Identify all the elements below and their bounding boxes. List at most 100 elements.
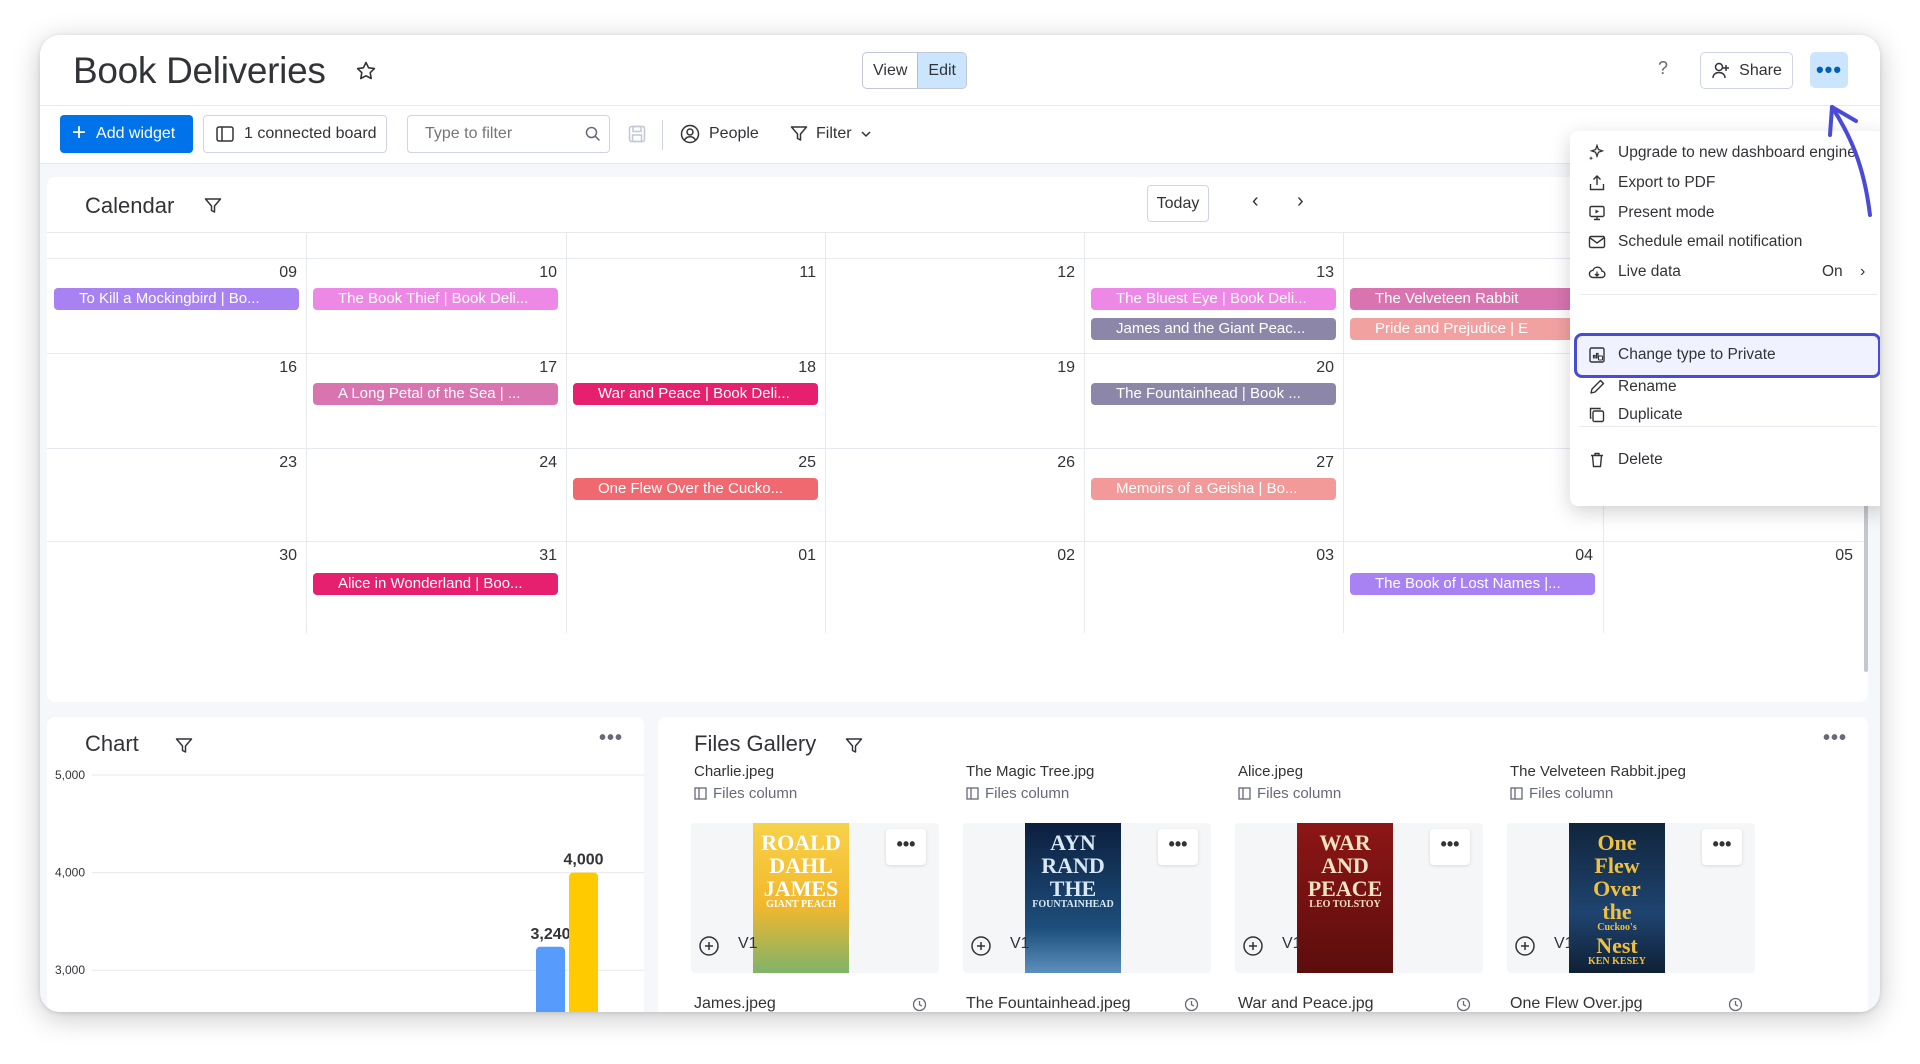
calendar-event[interactable]: The Velveteen Rabbit [1350,288,1595,310]
chart-title: Chart [85,731,139,756]
dashboard-header: Book Deliveries View Edit ? Share ••• [40,35,1880,105]
legend-item: No Value [926,699,1013,702]
files-column-label: Files column [694,785,797,802]
day-number: 20 [1316,359,1334,376]
file-more-button[interactable]: ••• [1702,829,1742,865]
menu-item-delete[interactable]: Delete [1570,443,1880,477]
add-widget-button[interactable]: + Add widget [60,115,193,153]
version-badge: V1 [1010,935,1030,952]
filter-icon[interactable] [175,737,193,755]
connected-board-button[interactable]: 1 connected board [203,115,387,153]
add-comment-icon[interactable] [1514,935,1536,957]
legend-item: Truck [1146,699,1207,702]
calendar-event[interactable]: James and the Giant Peac... [1091,318,1336,340]
menu-item-live-data[interactable]: Live data On › [1570,255,1880,289]
menu-item-label: Rename [1618,378,1677,395]
star-icon[interactable] [354,59,378,83]
today-button[interactable]: Today [1147,185,1209,222]
day-number: 03 [1316,547,1334,564]
menu-item-change-type-to-private[interactable]: Change type to Private [1570,338,1880,372]
chevron-right-icon[interactable]: › [1297,190,1304,213]
file-more-button[interactable]: ••• [1430,829,1470,865]
toolbar-divider [662,120,663,150]
dashboard-window: Book Deliveries View Edit ? Share ••• + … [40,35,1880,1012]
file-tile[interactable]: The Magic Tree.jpg Files column AYN RAND THE… [930,763,1211,1012]
clock-icon [1184,997,1199,1012]
day-divider [1084,233,1085,633]
book-cover-image: AYN RAND THE FOUNTAINHEAD [1025,823,1121,973]
day-number: 18 [798,359,816,376]
file-tile[interactable]: Charlie.jpeg Files column ROALD DAHL JAMES GI… [658,763,939,1012]
calendar-event[interactable]: Pride and Prejudice | E [1350,318,1595,340]
day-number: 26 [1057,454,1075,471]
calendar-event[interactable]: One Flew Over the Cucko... [573,478,818,500]
file-name: James.jpeg [694,995,776,1012]
cover-text: GIANT PEACH [765,899,837,911]
people-filter-button[interactable]: People [680,115,759,153]
filter-icon[interactable] [845,737,863,755]
edit-mode-button[interactable]: Edit [917,53,966,88]
file-more-button[interactable]: ••• [886,829,926,865]
file-tile[interactable]: The Velveteen Rabbit.jpeg Files column One… [1474,763,1755,1012]
help-button[interactable]: ? [1652,58,1674,79]
cover-text: the [1602,899,1632,925]
calendar-event[interactable]: The Fountainhead | Book ... [1091,383,1336,405]
file-tile[interactable]: Alice.jpeg Files column WAR AND PEACE LEO TOL… [1202,763,1483,1012]
calendar-title: Calendar [85,193,175,218]
files-column-text: Files column [1529,785,1614,802]
version-badge: V1 [738,935,758,952]
bar-data-label: 4,000 [563,852,603,869]
menu-item-schedule-email-notification[interactable]: Schedule email notification [1570,225,1880,259]
calendar-event[interactable]: The Book of Lost Names |... [1350,573,1595,595]
chevron-left-icon[interactable]: ‹ [1252,190,1259,213]
calendar-event[interactable]: The Bluest Eye | Book Deli... [1091,288,1336,310]
chart-more-button[interactable]: ••• [599,727,623,750]
day-number: 31 [539,547,557,564]
calendar-event[interactable]: To Kill a Mockingbird | Bo... [54,288,299,310]
gallery-more-button[interactable]: ••• [1823,727,1847,750]
file-more-button[interactable]: ••• [1158,829,1198,865]
cover-text: AND [1321,853,1369,879]
y-tick-label: 3,000 [55,963,85,977]
calendar-event[interactable]: War and Peace | Book Deli... [573,383,818,405]
plus-icon: + [72,119,87,146]
chart-bar[interactable] [536,946,565,1012]
add-comment-icon[interactable] [698,935,720,957]
day-divider [306,233,307,633]
cover-text: KEN KESEY [1587,955,1647,967]
more-options-button[interactable]: ••• [1810,52,1848,88]
filter-input[interactable] [407,115,610,153]
export-icon [1589,175,1605,191]
calendar-event[interactable]: Alice in Wonderland | Boo... [313,573,558,595]
share-button[interactable]: Share [1700,52,1793,89]
files-gallery-widget: Files Gallery ••• Charlie.jpeg Files colu… [658,717,1868,1012]
share-label: Share [1739,61,1782,79]
cloud-icon [1588,266,1606,279]
calendar-event[interactable]: A Long Petal of the Sea | ... [313,383,558,405]
column-icon [1238,787,1251,800]
menu-item-label: Schedule email notification [1618,233,1803,250]
view-mode-button[interactable]: View [863,53,917,88]
cover-text: AYN [1050,830,1096,855]
add-person-icon [1712,62,1730,78]
clock-icon [1456,997,1471,1012]
filter-button[interactable]: Filter [790,115,872,153]
menu-item-duplicate[interactable]: Duplicate [1570,398,1880,432]
add-comment-icon[interactable] [970,935,992,957]
version-badge: V1 [1554,935,1574,952]
day-number: 10 [539,264,557,281]
day-number: 02 [1057,547,1075,564]
cover-text: FOUNTAINHEAD [1032,899,1114,911]
calendar-event[interactable]: The Book Thief | Book Deli... [313,288,558,310]
filter-icon[interactable] [204,197,222,215]
day-number: 11 [799,264,816,281]
legend-item: Van 1 [1235,699,1298,702]
day-number: 12 [1057,264,1075,281]
y-tick-label: 4,000 [55,866,85,880]
clock-icon [1728,997,1743,1012]
chart-bar[interactable] [569,872,598,1012]
add-comment-icon[interactable] [1242,935,1264,957]
calendar-event[interactable]: Memoirs of a Geisha | Bo... [1091,478,1336,500]
save-icon[interactable] [628,125,646,143]
present-icon [1589,205,1605,221]
